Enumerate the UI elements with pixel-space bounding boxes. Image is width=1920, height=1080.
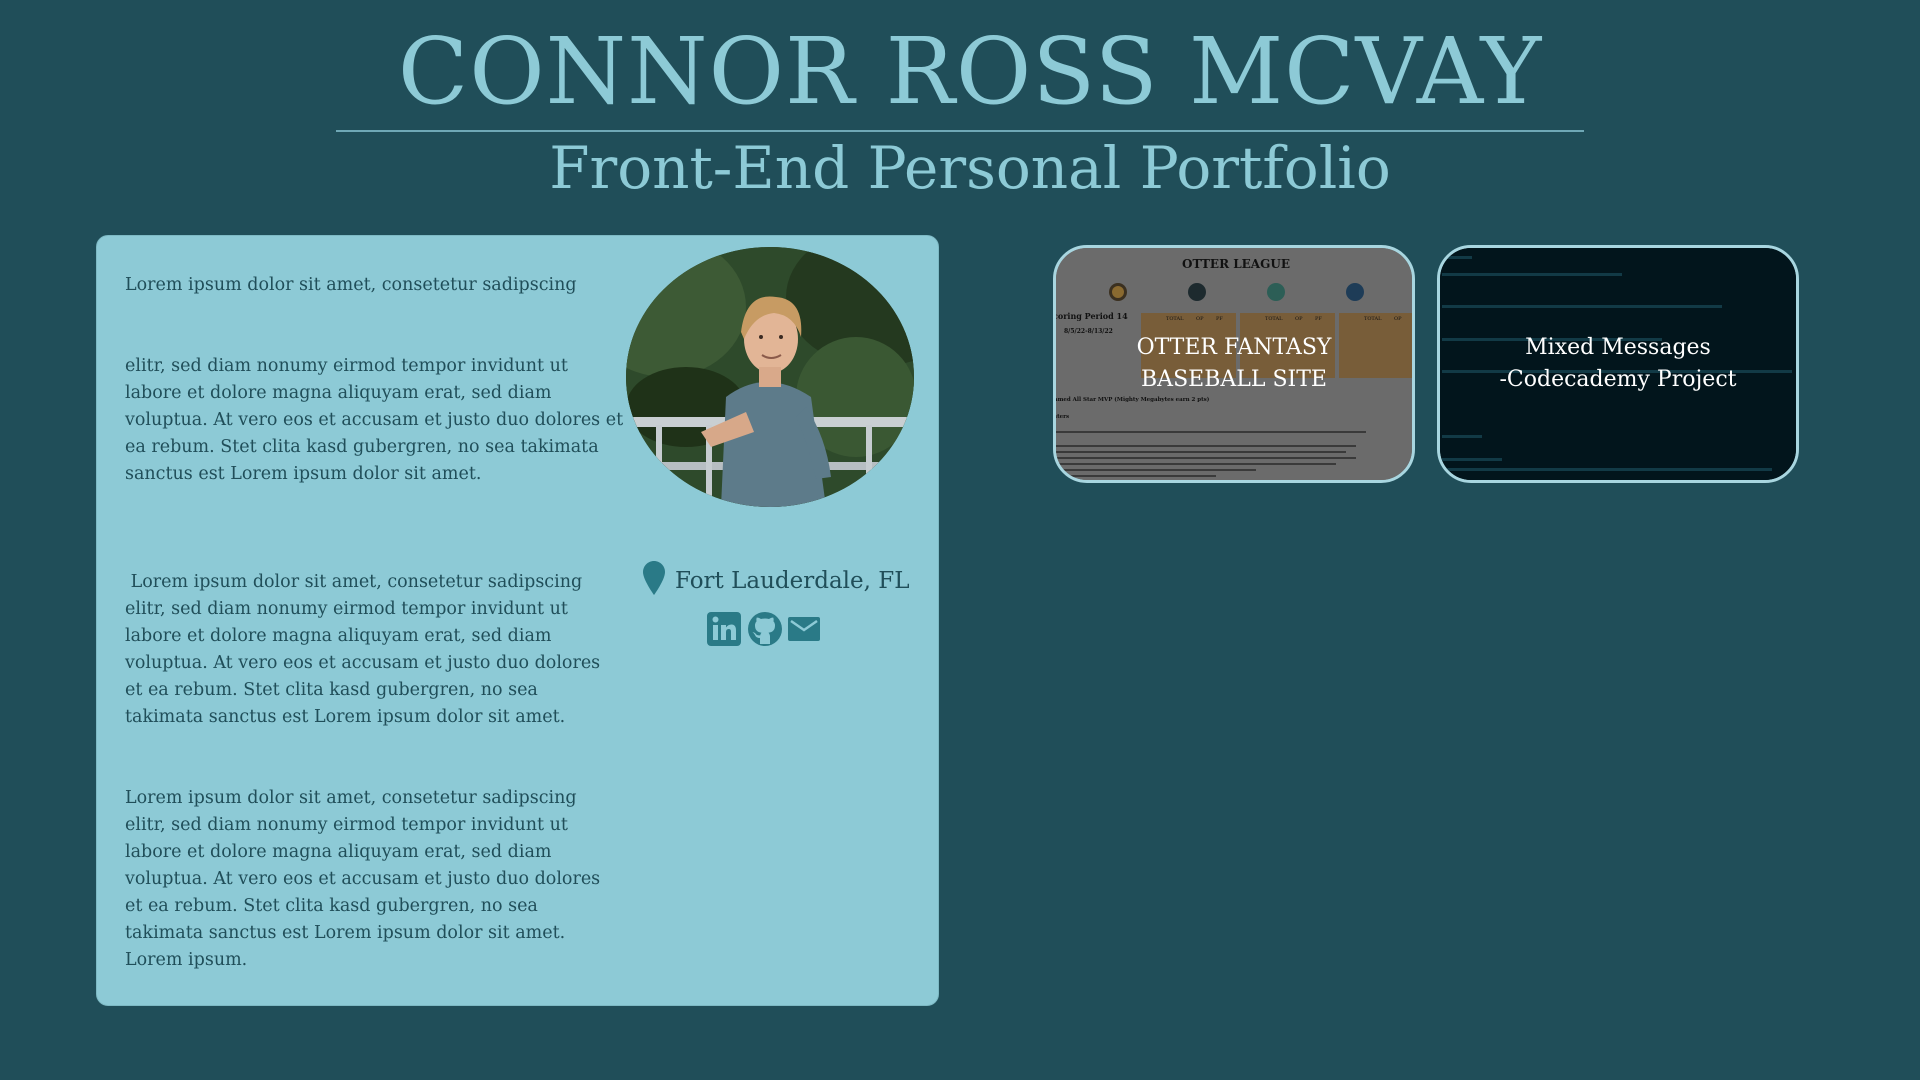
site-title: CONNOR ROSS MCVAY — [397, 18, 1543, 125]
profile-photo — [626, 247, 914, 507]
location-text: Fort Lauderdale, FL — [675, 568, 910, 594]
bio-paragraph-1: Lorem ipsum dolor sit amet, consetetur s… — [125, 275, 577, 295]
location: Fort Lauderdale, FL — [643, 561, 933, 601]
project-title: Mixed Messages -Codecademy Project — [1499, 335, 1737, 392]
project-card-otter-fantasy[interactable]: OTTER LEAGUE coring Period 14 8/5/22-8/1… — [1053, 245, 1415, 483]
bio-paragraph-2: elitr, sed diam nonumy eirmod tempor inv… — [125, 356, 624, 484]
linkedin-icon[interactable] — [707, 611, 741, 647]
mail-icon[interactable] — [787, 611, 821, 647]
bio-paragraph-4: Lorem ipsum dolor sit amet, consetetur s… — [125, 788, 601, 970]
map-pin-icon — [643, 561, 665, 601]
bio-paragraph-3: Lorem ipsum dolor sit amet, consetetur s… — [125, 572, 606, 727]
bio-card: Lorem ipsum dolor sit amet, consetetur s… — [96, 235, 939, 1006]
github-icon[interactable] — [747, 611, 782, 647]
social-links — [707, 611, 821, 647]
project-card-mixed-messages[interactable]: Mixed Messages -Codecademy Project — [1437, 245, 1799, 483]
title-divider — [336, 130, 1584, 132]
page-subtitle: Front-End Personal Portfolio — [549, 134, 1391, 202]
project-title: OTTER FANTASY BASEBALL SITE — [1136, 335, 1332, 392]
